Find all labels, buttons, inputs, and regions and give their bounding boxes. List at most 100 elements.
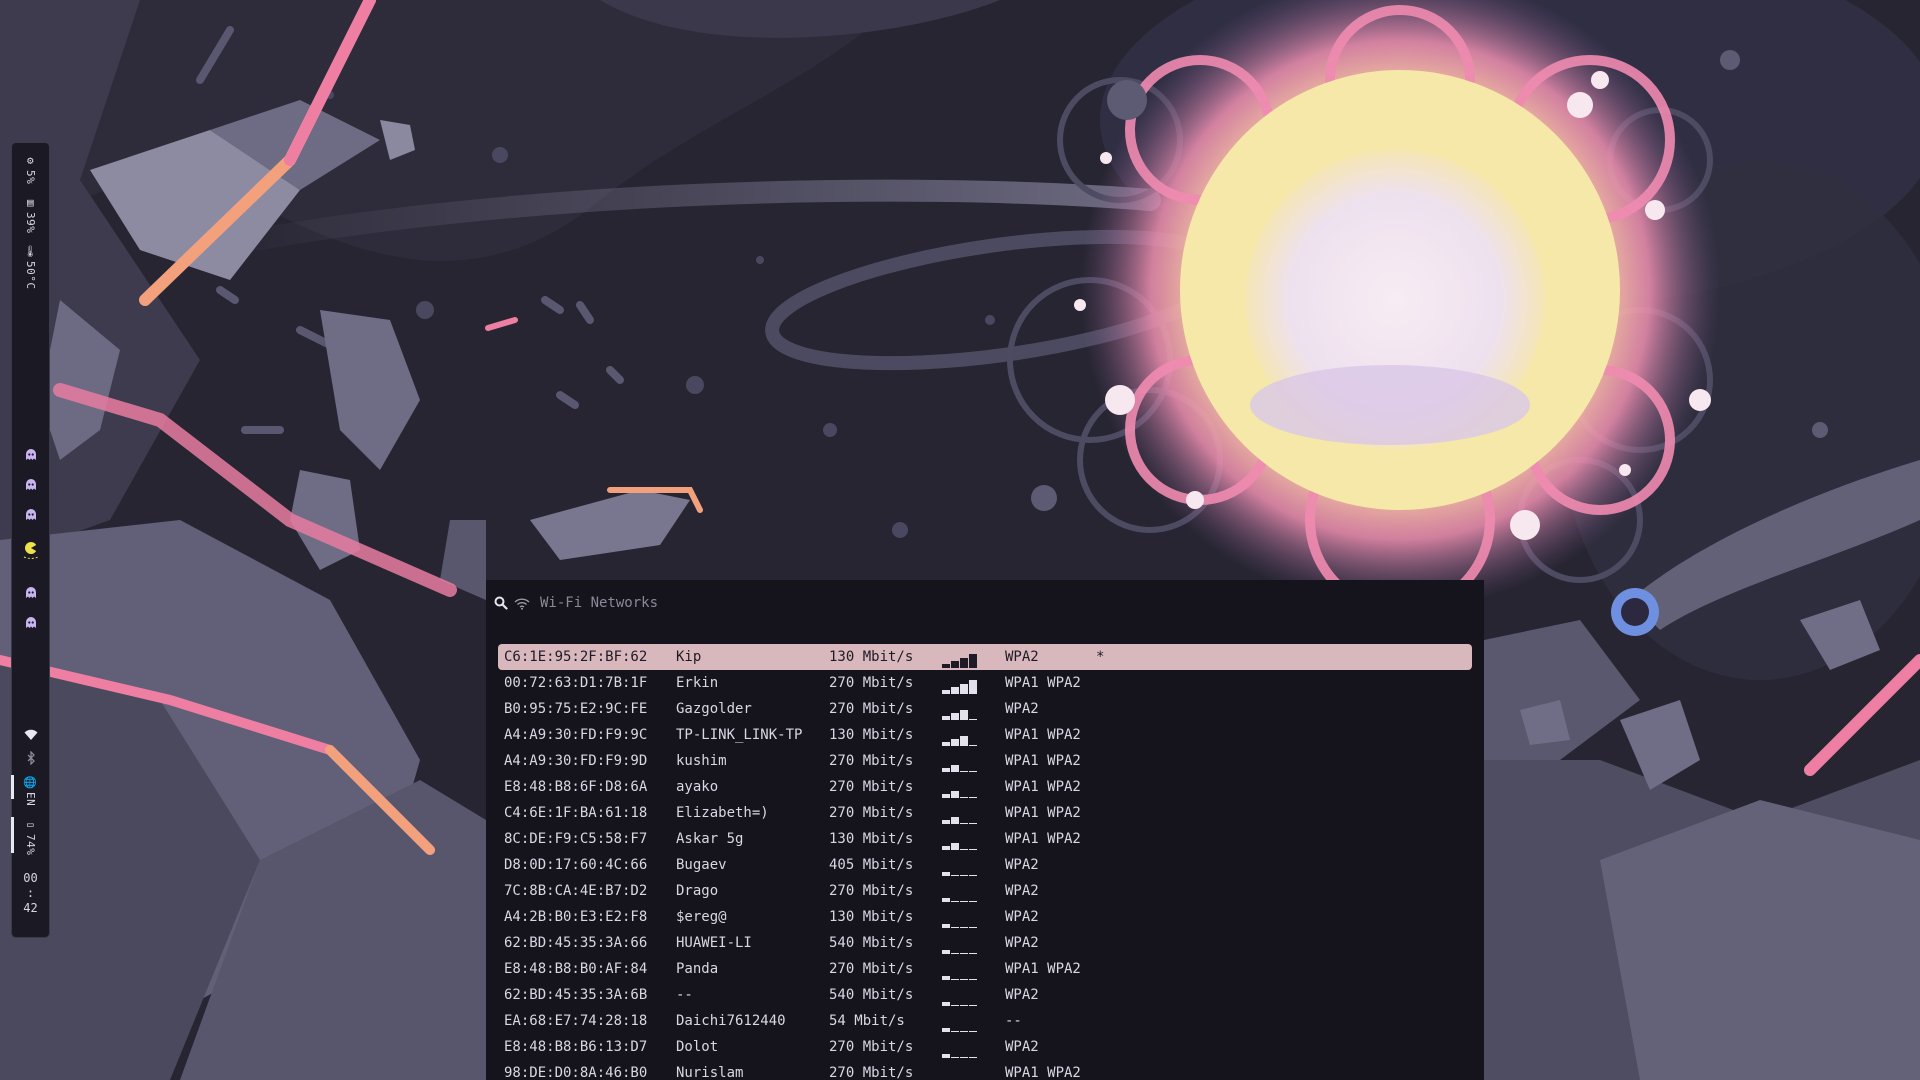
keyboard-layout[interactable]: 🌐 EN xyxy=(23,777,37,806)
network-row[interactable]: 98:DE:D0:8A:46:B0 Nurislam 270 Mbit/s WPA1 … xyxy=(498,1060,1472,1080)
network-row[interactable]: C4:6E:1F:BA:61:18 Elizabeth=) 270 Mbit/s WP… xyxy=(498,800,1472,826)
cpu-usage[interactable]: ⚙ 5% xyxy=(24,155,37,184)
clock-minute[interactable]: 42 xyxy=(12,901,49,915)
network-row-selected[interactable]: C6:1E:95:2F:BF:62 Kip 130 Mbit/s WPA2 * xyxy=(498,644,1472,670)
network-rate: 270 Mbit/s xyxy=(829,779,914,795)
battery[interactable]: ▭ 74% xyxy=(24,819,37,855)
workspace-ghost-icon[interactable] xyxy=(25,509,37,521)
signal-bar xyxy=(960,901,968,902)
signal-bar xyxy=(969,823,977,824)
network-row[interactable]: E8:48:B8:B6:13:D7 Dolot 270 Mbit/s WPA2 xyxy=(498,1034,1472,1060)
network-bssid: D8:0D:17:60:4C:66 xyxy=(504,857,648,873)
network-ssid: $ereg@ xyxy=(676,909,727,925)
signal-bar xyxy=(960,771,968,772)
signal-bar xyxy=(951,979,959,980)
network-bssid: C4:6E:1F:BA:61:18 xyxy=(504,805,648,821)
signal-bar xyxy=(942,1002,950,1006)
clock-hour[interactable]: 00 xyxy=(12,871,49,885)
workspace-ghost-icon[interactable] xyxy=(25,587,37,599)
network-security: WPA1 WPA2 xyxy=(1005,1065,1081,1080)
signal-strength-icon xyxy=(942,1016,977,1032)
signal-bar xyxy=(942,820,950,824)
network-rate: 540 Mbit/s xyxy=(829,987,914,1003)
network-ssid: Elizabeth=) xyxy=(676,805,769,821)
network-bssid: C6:1E:95:2F:BF:62 xyxy=(504,649,648,665)
signal-bar xyxy=(960,953,968,954)
signal-bar xyxy=(951,687,959,694)
network-security: WPA2 xyxy=(1005,987,1039,1003)
signal-strength-icon xyxy=(942,808,977,824)
signal-strength-icon xyxy=(942,938,977,954)
network-ssid: Bugaev xyxy=(676,857,727,873)
network-row[interactable]: E8:48:B8:B0:AF:84 Panda 270 Mbit/s WPA1 WPA… xyxy=(498,956,1472,982)
signal-bar xyxy=(951,1031,959,1032)
network-rate: 270 Mbit/s xyxy=(829,701,914,717)
workspace-ghost-icon[interactable] xyxy=(25,449,37,461)
network-row[interactable]: D8:0D:17:60:4C:66 Bugaev 405 Mbit/s WPA2 xyxy=(498,852,1472,878)
pacman-icon[interactable] xyxy=(23,541,39,561)
search-icon xyxy=(494,596,508,610)
network-row[interactable]: E8:48:B8:6F:D8:6A ayako 270 Mbit/s WPA1 WPA… xyxy=(498,774,1472,800)
signal-bar xyxy=(969,1005,977,1006)
signal-strength-icon xyxy=(942,912,977,928)
wifi-icon[interactable] xyxy=(24,729,38,741)
network-rate: 130 Mbit/s xyxy=(829,649,914,665)
signal-bar xyxy=(960,1031,968,1032)
signal-bar xyxy=(960,1057,968,1058)
signal-bar xyxy=(960,797,968,798)
network-row[interactable]: B0:95:75:E2:9C:FE Gazgolder 270 Mbit/s WPA2 xyxy=(498,696,1472,722)
network-row[interactable]: 62:BD:45:35:3A:6B -- 540 Mbit/s WPA2 xyxy=(498,982,1472,1008)
signal-bar xyxy=(960,710,968,720)
signal-strength-icon xyxy=(942,834,977,850)
bluetooth-icon[interactable] xyxy=(26,751,36,765)
search-bar[interactable]: Wi-Fi Networks xyxy=(494,593,658,613)
signal-bar xyxy=(951,875,959,876)
network-ssid: Drago xyxy=(676,883,719,899)
signal-strength-icon xyxy=(942,704,977,720)
network-row[interactable]: A4:A9:30:FD:F9:9C TP-LINK_LINK-TP 130 Mbit… xyxy=(498,722,1472,748)
network-bssid: E8:48:B8:6F:D8:6A xyxy=(504,779,648,795)
memory-usage[interactable]: ▤ 39% xyxy=(24,197,37,233)
network-bssid: 98:DE:D0:8A:46:B0 xyxy=(504,1065,648,1080)
network-row[interactable]: EA:68:E7:74:28:18 Daichi7612440 54 Mbit/s -… xyxy=(498,1008,1472,1034)
globe-icon: 🌐 xyxy=(23,776,38,789)
network-row[interactable]: 7C:8B:CA:4E:B7:D2 Drago 270 Mbit/s WPA2 xyxy=(498,878,1472,904)
signal-strength-icon xyxy=(942,990,977,1006)
network-security: WPA1 WPA2 xyxy=(1005,831,1081,847)
network-security: WPA2 xyxy=(1005,935,1039,951)
network-row[interactable]: 62:BD:45:35:3A:66 HUAWEI-LI 540 Mbit/s WPA2 xyxy=(498,930,1472,956)
network-rate: 540 Mbit/s xyxy=(829,935,914,951)
thermometer-icon: 🌡 xyxy=(23,245,38,258)
signal-bar xyxy=(960,1005,968,1006)
signal-bar xyxy=(969,797,977,798)
signal-bar xyxy=(942,950,950,954)
network-security: -- xyxy=(1005,1013,1022,1029)
signal-bar xyxy=(951,765,959,772)
network-row[interactable]: A4:2B:B0:E3:E2:F8 $ereg@ 130 Mbit/s WPA2 xyxy=(498,904,1472,930)
signal-bar xyxy=(951,661,959,668)
signal-bar xyxy=(942,664,950,668)
network-row[interactable]: A4:A9:30:FD:F9:9D kushim 270 Mbit/s WPA1 WP… xyxy=(498,748,1472,774)
keyboard-layout-value: EN xyxy=(24,792,38,807)
signal-bar xyxy=(942,976,950,980)
network-row[interactable]: 8C:DE:F9:C5:58:F7 Askar 5g 130 Mbit/s WPA1 … xyxy=(498,826,1472,852)
signal-bar xyxy=(960,736,968,746)
network-ssid: kushim xyxy=(676,753,727,769)
signal-strength-icon xyxy=(942,730,977,746)
workspace-ghost-icon[interactable] xyxy=(25,617,37,629)
network-rate: 270 Mbit/s xyxy=(829,675,914,691)
network-ssid: Daichi7612440 xyxy=(676,1013,786,1029)
search-input[interactable]: Wi-Fi Networks xyxy=(540,595,658,611)
signal-bar xyxy=(942,1028,950,1032)
network-row[interactable]: 00:72:63:D1:7B:1F Erkin 270 Mbit/s WPA1 WPA… xyxy=(498,670,1472,696)
temperature[interactable]: 🌡 50°C xyxy=(23,246,37,290)
network-security: WPA1 WPA2 xyxy=(1005,753,1081,769)
wifi-launcher-window: Wi-Fi Networks C6:1E:95:2F:BF:62 Kip 130 M… xyxy=(486,580,1484,1080)
network-security: WPA2 xyxy=(1005,909,1039,925)
signal-bar xyxy=(942,794,950,798)
cpu-icon: ⚙ xyxy=(26,154,35,167)
network-ssid: -- xyxy=(676,987,693,1003)
signal-bar xyxy=(960,875,968,876)
workspace-ghost-icon[interactable] xyxy=(25,479,37,491)
network-security: WPA1 WPA2 xyxy=(1005,675,1081,691)
